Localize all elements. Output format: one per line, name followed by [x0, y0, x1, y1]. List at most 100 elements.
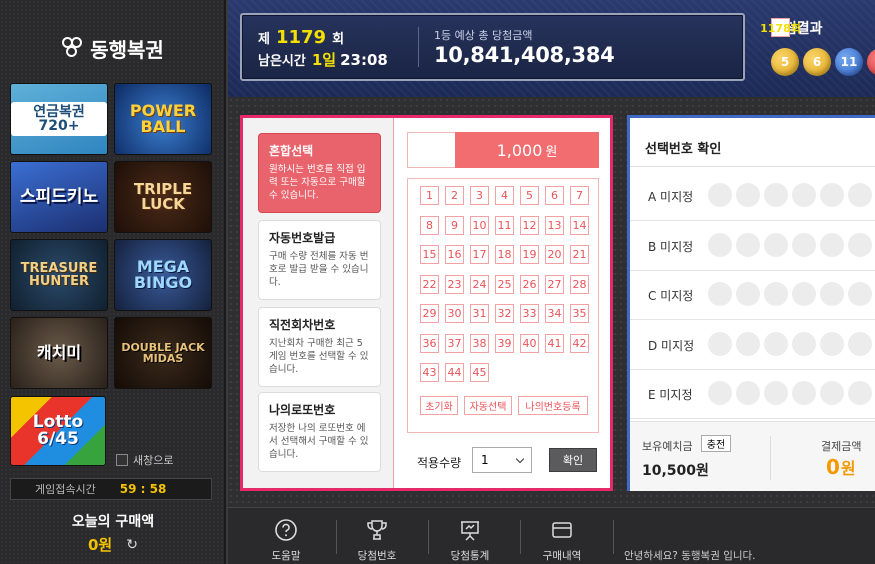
lotto-number-8[interactable]: 8 [420, 215, 439, 235]
lotto-number-4[interactable]: 4 [495, 186, 514, 205]
lotto-number-3[interactable]: 3 [470, 186, 489, 205]
quantity-select[interactable]: 1 [472, 447, 532, 473]
game-tile-pension[interactable]: 연금복권720+ [10, 83, 108, 155]
mode-auto-issue[interactable]: 자동번호발급 구매 수량 전체를 자동 번호로 발급 받을 수 있습니다. [258, 220, 381, 300]
game-tile-speedkeno[interactable]: 스피드키노 [10, 161, 108, 233]
mode-previous-round[interactable]: 직전회차번호 지난회차 구매한 최근 5게임 번호를 선택할 수 있습니다. [258, 307, 381, 387]
last-result-round: 1178회 [760, 18, 801, 37]
selected-line-row: E 미지정 [630, 370, 875, 419]
mode-mixed-select[interactable]: 혼합선택 원하시는 번호를 직접 입력 또는 자동으로 구매할 수 있습니다. [258, 133, 381, 213]
lotto-number-44[interactable]: 44 [445, 363, 464, 382]
new-window-checkbox[interactable] [116, 454, 128, 466]
lotto-number-24[interactable]: 24 [470, 274, 489, 294]
lotto-number-36[interactable]: 36 [420, 333, 439, 353]
auto-select-button[interactable]: 자동선택 [464, 396, 512, 415]
footer-winning-stats-button[interactable]: 당첨통계 [440, 518, 500, 563]
lotto-number-43[interactable]: 43 [420, 363, 439, 382]
remaining-days: 1일 [311, 51, 337, 69]
lotto-number-14[interactable]: 14 [570, 215, 589, 235]
payment-amount-unit: 원 [840, 459, 856, 478]
lotto-number-38[interactable]: 38 [470, 333, 489, 353]
prize-label: 1등 예상 총 당첨금액 [434, 29, 533, 42]
lotto-number-6[interactable]: 6 [545, 186, 564, 205]
lotto-number-1[interactable]: 1 [420, 186, 439, 205]
confirm-button[interactable]: 확인 [549, 448, 597, 472]
lotto-number-32[interactable]: 32 [495, 304, 514, 323]
game-label-doublejack: DOUBLE JACK MIDAS [121, 341, 205, 365]
lotto-number-23[interactable]: 23 [445, 274, 464, 294]
game-tile-mega-bingo[interactable]: MEGA BINGO [114, 239, 212, 311]
game-price-unit: 원 [545, 144, 558, 160]
lotto-number-16[interactable]: 16 [445, 245, 464, 264]
footer-item-label: 당첨번호 [357, 550, 397, 562]
lotto-number-11[interactable]: 11 [495, 215, 514, 235]
lotto-number-31[interactable]: 31 [470, 304, 489, 323]
lotto-number-21[interactable]: 21 [570, 245, 589, 264]
game-tile-doublejack[interactable]: DOUBLE JACK MIDAS [114, 317, 212, 389]
mode-my-lotto-numbers[interactable]: 나의로또번호 저장한 나의 로또번호 에서 선택해서 구매할 수 있습니다. [258, 392, 381, 472]
lotto-number-37[interactable]: 37 [445, 333, 464, 353]
game-label-mega-bingo: MEGA BINGO [133, 257, 193, 292]
lotto-number-41[interactable]: 41 [545, 333, 564, 353]
lotto-number-27[interactable]: 27 [545, 274, 564, 294]
selected-line-slots [708, 331, 872, 356]
footer-winning-numbers-button[interactable]: 당첨번호 [347, 518, 407, 563]
lotto-number-17[interactable]: 17 [470, 245, 489, 264]
empty-number-slot [848, 331, 872, 356]
empty-number-slot [820, 381, 844, 405]
lotto-number-40[interactable]: 40 [520, 333, 539, 353]
payment-amount-label: 결제금액 [821, 440, 862, 453]
result-ball: 6 [803, 48, 831, 76]
game-tile-powerball[interactable]: POWER BALL [114, 83, 212, 155]
reset-button[interactable]: 초기화 [420, 396, 458, 415]
lotto-number-34[interactable]: 34 [545, 304, 564, 323]
lotto-number-33[interactable]: 33 [520, 304, 539, 323]
lotto-number-45[interactable]: 45 [470, 363, 489, 382]
lotto-number-30[interactable]: 30 [445, 304, 464, 323]
footer-item-label: 도움말 [271, 550, 301, 562]
lotto-number-10[interactable]: 10 [470, 215, 489, 235]
last-result-title[interactable]: 1178회 당첨결과 [760, 18, 823, 38]
lotto-number-22[interactable]: 22 [420, 274, 439, 294]
new-window-label: 새창으로 [133, 454, 174, 467]
game-label-tripleluck: TRIPLE LUCK [133, 180, 193, 213]
brand-logo[interactable]: 동행복권 [0, 30, 226, 66]
lotto-number-35[interactable]: 35 [570, 304, 589, 323]
footer-purchase-history-button[interactable]: 구매내역 [532, 518, 592, 563]
lotto-number-18[interactable]: 18 [495, 245, 514, 264]
charge-button[interactable]: 충전 [701, 435, 731, 452]
empty-number-slot [736, 282, 760, 306]
selected-line-slots [708, 381, 872, 405]
selected-numbers-title: 선택번호 확인 [645, 142, 722, 157]
game-tile-treasure-hunter[interactable]: TREASURE HUNTER [10, 239, 108, 311]
game-tile-catchme[interactable]: 캐치미 [10, 317, 108, 389]
lotto-number-9[interactable]: 9 [445, 215, 464, 235]
lotto-number-39[interactable]: 39 [495, 333, 514, 353]
lotto-number-26[interactable]: 26 [520, 274, 539, 294]
selected-line-slots [708, 183, 872, 207]
empty-number-slot [708, 183, 732, 207]
lotto-number-5[interactable]: 5 [520, 186, 539, 205]
lotto-number-13[interactable]: 13 [545, 215, 564, 235]
refresh-icon[interactable]: ↻ [126, 537, 138, 553]
lotto-number-2[interactable]: 2 [445, 186, 464, 205]
lotto-number-29[interactable]: 29 [420, 304, 439, 323]
lotto-number-42[interactable]: 42 [570, 333, 589, 353]
game-tile-lotto645[interactable]: Lotto 6/45 [10, 396, 106, 466]
register-my-numbers-button[interactable]: 나의번호등록 [518, 396, 588, 415]
lotto-number-25[interactable]: 25 [495, 274, 514, 294]
game-label-powerball: POWER BALL [129, 101, 197, 136]
lotto-number-7[interactable]: 7 [570, 186, 589, 205]
footer-help-button[interactable]: 도움말 [256, 518, 316, 563]
lotto-number-12[interactable]: 12 [520, 215, 539, 235]
lotto-number-19[interactable]: 19 [520, 245, 539, 264]
result-ball: 1 [867, 48, 875, 76]
new-window-toggle[interactable]: 새창으로 [116, 452, 173, 468]
mode-title: 직전회차번호 [269, 318, 336, 332]
lotto-number-15[interactable]: 15 [420, 245, 439, 264]
lotto-number-28[interactable]: 28 [570, 274, 589, 294]
empty-number-slot [848, 232, 872, 257]
game-label-pension: 연금복권720+ [11, 102, 107, 136]
lotto-number-20[interactable]: 20 [545, 245, 564, 264]
game-tile-tripleluck[interactable]: TRIPLE LUCK [114, 161, 212, 233]
